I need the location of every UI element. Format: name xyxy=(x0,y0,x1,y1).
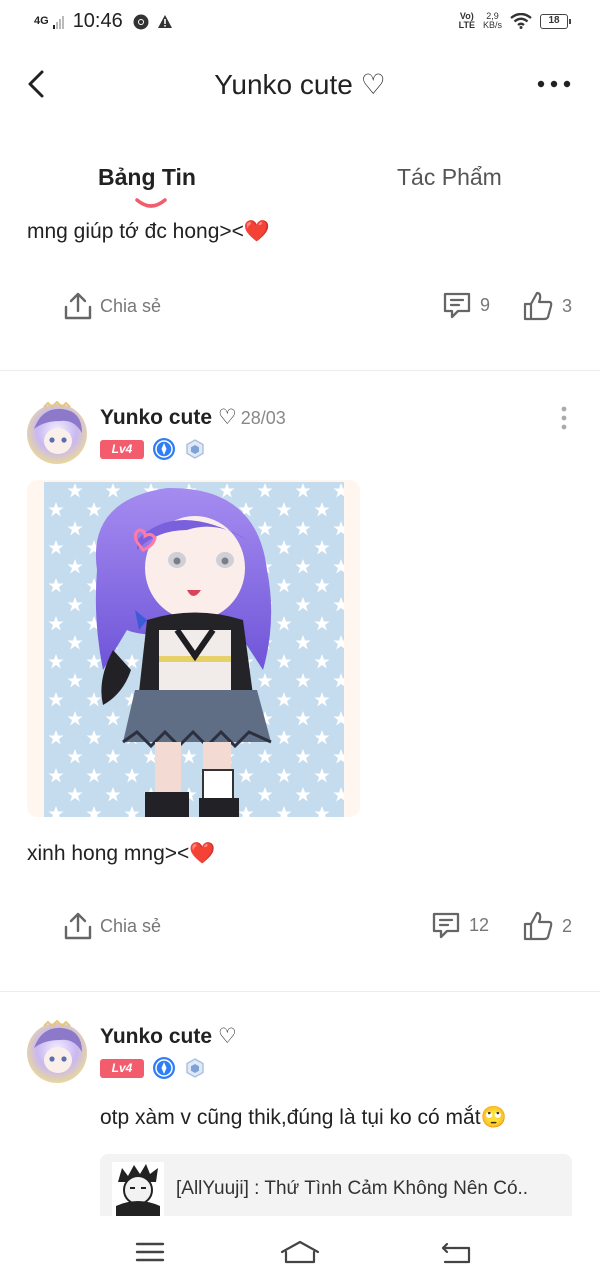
post-image[interactable] xyxy=(27,480,360,817)
hexagon-badge-icon xyxy=(186,1058,204,1078)
clock: 10:46 xyxy=(72,10,123,32)
post-divider xyxy=(0,991,600,992)
author-name[interactable]: Yunko cute ♡ 28/03 xyxy=(100,405,286,430)
post-author-row: Yunko cute ♡ 28/03 Lv4 xyxy=(0,401,600,471)
volte-indicator: Vo) LTE xyxy=(459,12,475,30)
hexagon-badge-icon xyxy=(186,439,204,459)
speed-unit: KB/s xyxy=(482,20,502,30)
verified-badge-icon xyxy=(153,1057,175,1079)
warning-icon xyxy=(157,15,172,28)
menu-icon[interactable] xyxy=(130,1234,170,1270)
comment-count: 9 xyxy=(480,294,491,315)
comment-count: 12 xyxy=(469,914,490,935)
chrome-icon xyxy=(133,14,149,29)
author-badges: Lv4 xyxy=(100,1056,206,1080)
post-author-row: Yunko cute ♡ Lv4 xyxy=(0,1020,600,1090)
author-avatar[interactable] xyxy=(22,401,92,467)
comment-icon xyxy=(432,912,460,939)
level-badge: Lv4 xyxy=(100,1058,144,1078)
active-tab-indicator xyxy=(135,198,167,208)
level-badge: Lv4 xyxy=(100,439,144,459)
share-button[interactable]: Chia sẻ xyxy=(62,290,161,322)
post-actions: Chia sẻ 9 3 xyxy=(0,290,600,330)
linked-story-title: [AllYuuji] : Thứ Tình Cảm Không Nên Có.. xyxy=(176,1178,529,1199)
like-count: 3 xyxy=(562,295,573,316)
battery-indicator: 18 xyxy=(540,13,571,29)
post-text: xinh hong mng><❤️ xyxy=(27,842,216,865)
status-bar-left: 4G 10:46 xyxy=(34,10,181,33)
like-button[interactable]: 3 xyxy=(522,290,572,322)
post-date: 28/03 xyxy=(240,408,286,428)
author-name-text: Yunko cute ♡ xyxy=(100,406,237,429)
author-avatar[interactable] xyxy=(22,1020,92,1086)
author-badges: Lv4 xyxy=(100,437,206,461)
page-title: Yunko cute ♡ xyxy=(214,69,386,100)
like-count: 2 xyxy=(562,915,573,936)
thumbs-up-icon xyxy=(523,291,553,321)
comment-button[interactable]: 9 xyxy=(442,290,490,320)
story-cover-thumbnail xyxy=(112,1162,164,1218)
post-text: mng giúp tớ đc hong><❤️ xyxy=(27,220,271,243)
tab-bang-tin[interactable]: Bảng Tin xyxy=(98,164,196,191)
share-button[interactable]: Chia sẻ xyxy=(62,910,161,942)
share-label: Chia sẻ xyxy=(100,915,162,936)
system-navigation-bar xyxy=(0,1216,600,1287)
app-header: Yunko cute ♡ xyxy=(0,50,600,120)
network-speed: 2,9 KB/s xyxy=(483,12,502,30)
like-button[interactable]: 2 xyxy=(522,910,572,942)
share-icon xyxy=(64,292,92,320)
thumbs-up-icon xyxy=(523,911,553,941)
post-divider xyxy=(0,370,600,371)
comment-button[interactable]: 12 xyxy=(431,910,489,940)
tab-tac-pham[interactable]: Tác Phẩm xyxy=(397,164,502,191)
post-menu-icon[interactable] xyxy=(554,405,574,431)
author-name[interactable]: Yunko cute ♡ xyxy=(100,1024,237,1049)
linked-story-card[interactable]: [AllYuuji] : Thứ Tình Cảm Không Nên Có.. xyxy=(100,1154,572,1224)
more-options-icon[interactable] xyxy=(534,70,574,98)
comment-icon xyxy=(443,292,471,319)
share-label: Chia sẻ xyxy=(100,295,162,316)
status-bar-right: Vo) LTE 2,9 KB/s 18 xyxy=(459,12,571,30)
status-bar: 4G 10:46 Vo) LTE 2,9 KB/s 18 xyxy=(0,0,600,46)
post-text: otp xàm v cũng thik,đúng là tụi ko có mắ… xyxy=(100,1106,507,1129)
signal-bars-icon xyxy=(52,15,64,29)
back-nav-icon[interactable] xyxy=(437,1234,477,1270)
wifi-icon xyxy=(510,13,532,29)
profile-tabs: Bảng Tin Tác Phẩm xyxy=(0,160,600,216)
share-icon xyxy=(64,912,92,940)
lte-text: LTE xyxy=(458,20,475,30)
signal-indicator: 4G xyxy=(34,15,49,27)
verified-badge-icon xyxy=(153,438,175,460)
post-actions: Chia sẻ 12 2 xyxy=(0,910,600,950)
home-icon[interactable] xyxy=(280,1234,320,1270)
